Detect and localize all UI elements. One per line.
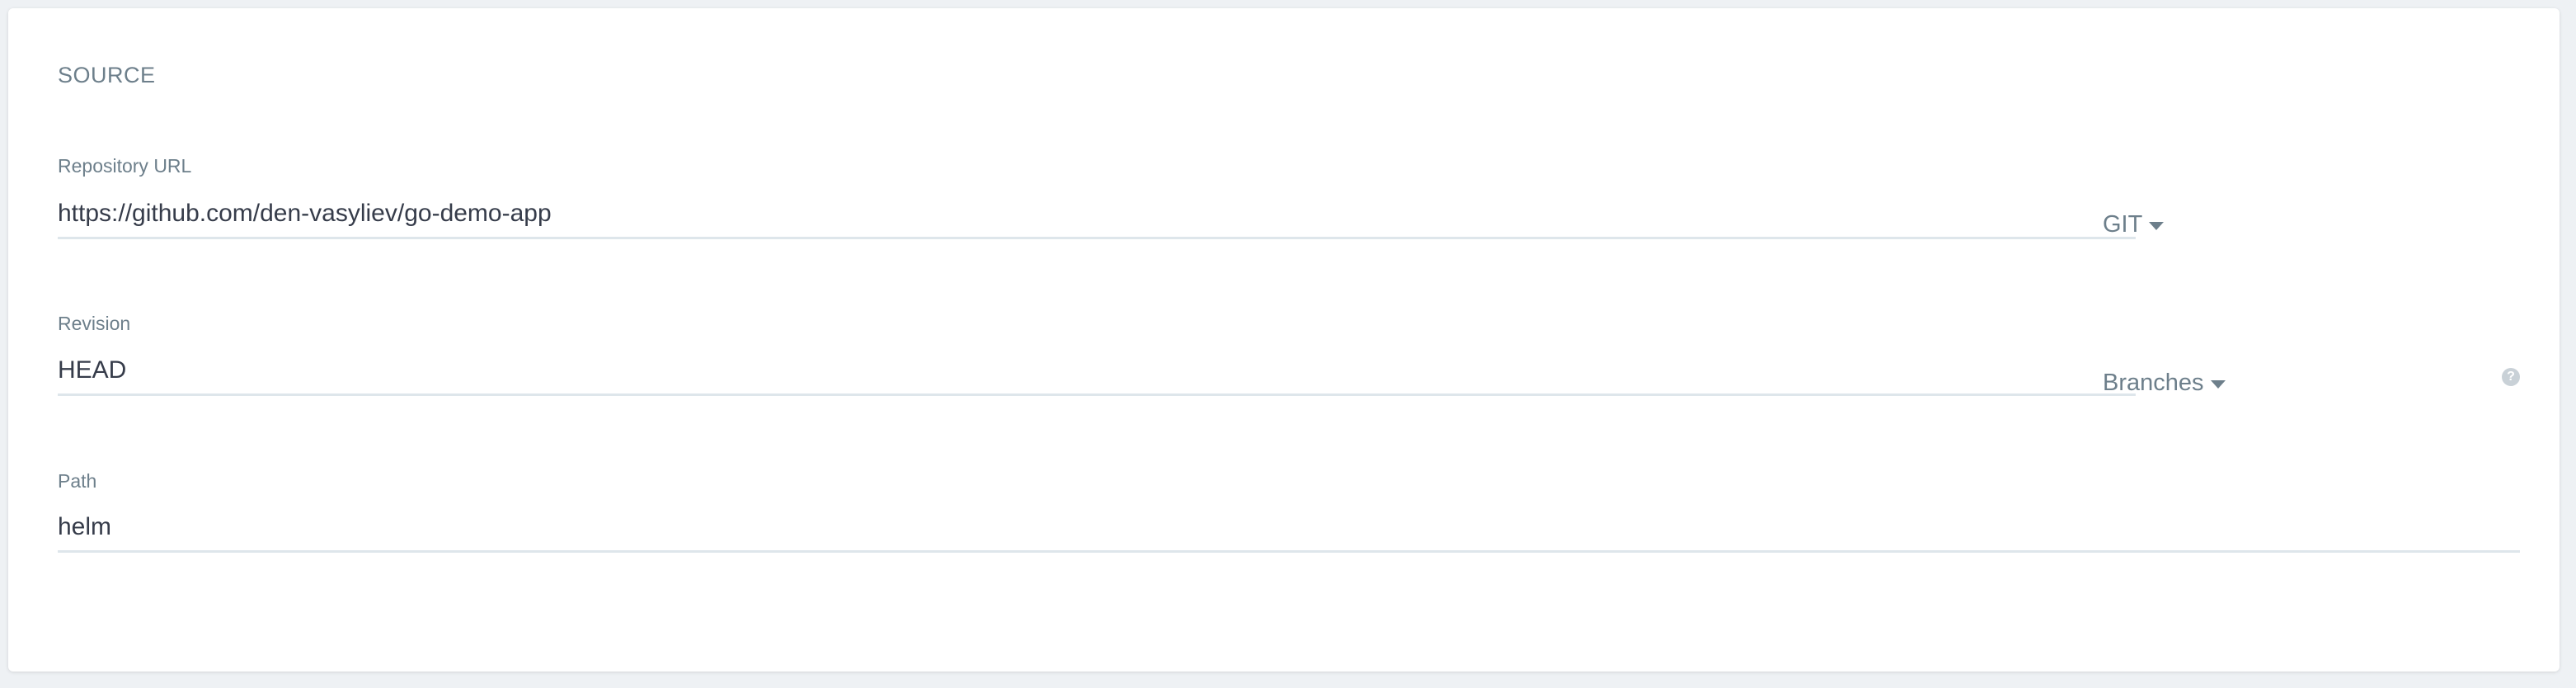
repository-type-label: GIT bbox=[2103, 211, 2143, 238]
section-title: SOURCE bbox=[58, 63, 156, 87]
repository-url-input[interactable] bbox=[58, 190, 2136, 239]
path-label: Path bbox=[58, 470, 97, 492]
caret-down-icon bbox=[2149, 221, 2165, 230]
revision-ref-dropdown[interactable]: Branches bbox=[2103, 370, 2226, 397]
question-circle-icon[interactable]: ? bbox=[2502, 368, 2520, 386]
revision-label: Revision bbox=[58, 313, 131, 334]
repository-type-dropdown[interactable]: GIT bbox=[2103, 211, 2165, 238]
revision-input[interactable] bbox=[58, 346, 2136, 396]
path-input[interactable] bbox=[58, 503, 2520, 553]
caret-down-icon bbox=[2210, 379, 2226, 389]
revision-ref-label: Branches bbox=[2103, 370, 2204, 396]
source-panel: SOURCE Repository URL GIT Revision Branc… bbox=[8, 8, 2560, 672]
repository-url-label: Repository URL bbox=[58, 155, 192, 177]
